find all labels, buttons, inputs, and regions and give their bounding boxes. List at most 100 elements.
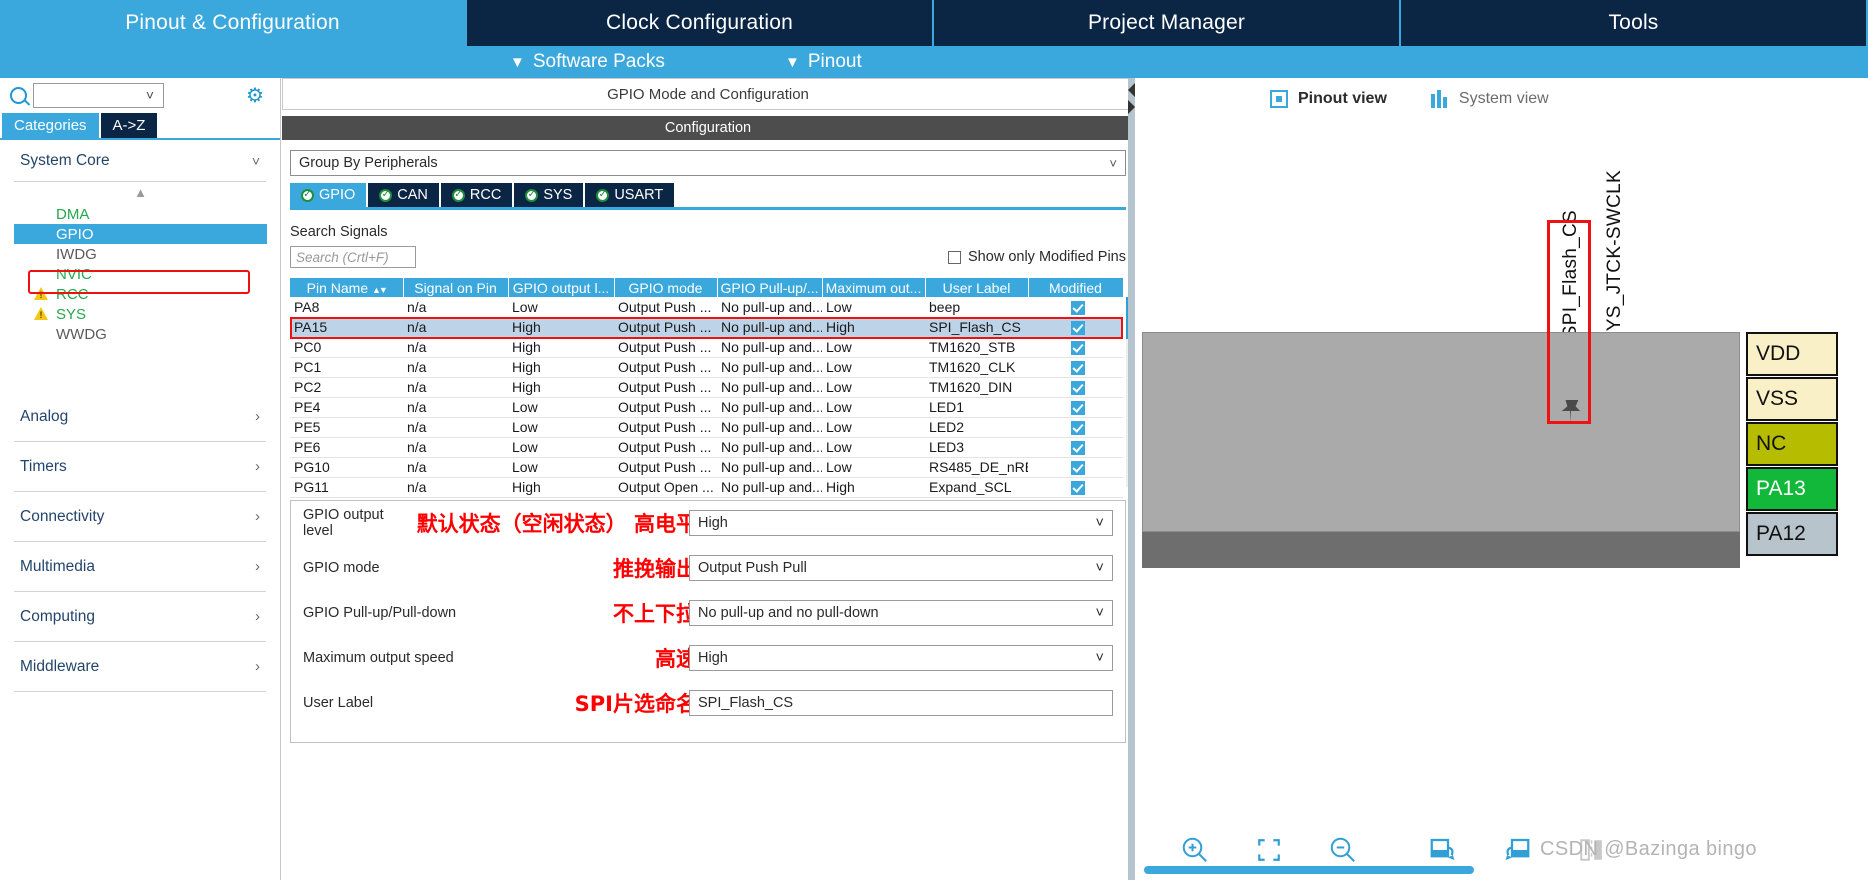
category-label: Connectivity bbox=[20, 507, 105, 525]
checkbox-checked-icon[interactable] bbox=[1070, 481, 1085, 496]
table-row[interactable]: PC1 n/a High Output Push ... No pull-up … bbox=[290, 357, 1123, 378]
table-row[interactable]: PE5 n/a Low Output Push ... No pull-up a… bbox=[290, 417, 1123, 438]
tab-system-view[interactable]: System view bbox=[1430, 90, 1549, 108]
checkbox-checked-icon[interactable] bbox=[1070, 461, 1085, 476]
chevron-down-icon: ▼ bbox=[785, 53, 800, 71]
gear-icon[interactable]: ⚙ bbox=[246, 86, 266, 106]
tab-can[interactable]: ✓ CAN bbox=[368, 183, 439, 207]
sidebar-category-multimedia[interactable]: Multimedia › bbox=[14, 542, 266, 592]
column-header-modified[interactable]: Modified bbox=[1028, 278, 1124, 297]
pin-vss[interactable]: VSS bbox=[1746, 377, 1838, 421]
pinout-horizontal-scrollbar[interactable] bbox=[1144, 866, 1474, 874]
property-row-maximum-output-speed: Maximum output speed 高速 High ˅ bbox=[291, 636, 1125, 681]
column-header-pin-name[interactable]: Pin Name ▲▼ bbox=[290, 278, 404, 297]
sidebar-item-label: GPIO bbox=[56, 225, 94, 243]
checkbox-checked-icon[interactable] bbox=[1070, 341, 1085, 356]
zoom-in-button[interactable] bbox=[1158, 830, 1232, 870]
checkbox-checked-icon[interactable] bbox=[1070, 421, 1085, 436]
panel-splitter[interactable] bbox=[1128, 78, 1135, 880]
pin-nc[interactable]: NC bbox=[1746, 422, 1838, 466]
user-label-input[interactable]: SPI_Flash_CS bbox=[689, 690, 1113, 716]
show-only-modified-pins-checkbox[interactable]: Show only Modified Pins bbox=[948, 249, 1126, 265]
checkbox-checked-icon[interactable] bbox=[1070, 381, 1085, 396]
table-row[interactable]: PC0 n/a High Output Push ... No pull-up … bbox=[290, 337, 1123, 358]
sidebar-item-sys[interactable]: SYS bbox=[34, 304, 266, 324]
peripheral-list: DMA GPIO IWDG NVIC RCC SYS WWDG bbox=[14, 204, 267, 344]
tab-pinout-configuration[interactable]: Pinout & Configuration bbox=[0, 0, 467, 46]
column-header-gpio-output-level[interactable]: GPIO output l... bbox=[508, 278, 615, 297]
sidebar-item-gpio[interactable]: GPIO bbox=[14, 224, 267, 244]
pin-pa12[interactable]: PA12 bbox=[1746, 512, 1838, 556]
property-label: GPIO output level bbox=[303, 507, 384, 539]
cell-mode: Output Push ... bbox=[614, 377, 717, 398]
cell-mode: Output Push ... bbox=[614, 357, 717, 378]
sidebar-category-analog[interactable]: Analog › bbox=[14, 392, 266, 442]
maximum-output-speed-dropdown[interactable]: High ˅ bbox=[689, 645, 1113, 671]
column-header-signal-on-pin[interactable]: Signal on Pin bbox=[403, 278, 509, 297]
search-signals-input[interactable]: Search (Crtl+F) bbox=[290, 246, 416, 268]
panel-collapse-arrows[interactable] bbox=[1128, 80, 1135, 116]
column-header-gpio-pullup[interactable]: GPIO Pull-up/... bbox=[717, 278, 823, 297]
gpio-mode-dropdown[interactable]: Output Push Pull ˅ bbox=[689, 555, 1113, 581]
sidebar-group-system-core[interactable]: System Core ˅ bbox=[14, 140, 266, 182]
table-row[interactable]: PC2 n/a High Output Push ... No pull-up … bbox=[290, 377, 1123, 398]
tab-tools[interactable]: Tools bbox=[1401, 0, 1868, 46]
tab-usart[interactable]: ✓ USART bbox=[585, 183, 675, 207]
sidebar-item-wwdg[interactable]: WWDG bbox=[34, 324, 266, 344]
sidebar-item-nvic[interactable]: NVIC bbox=[34, 264, 266, 284]
pin-vdd[interactable]: VDD bbox=[1746, 332, 1838, 376]
tab-rcc[interactable]: ✓ RCC bbox=[440, 183, 513, 207]
column-header-user-label[interactable]: User Label bbox=[925, 278, 1029, 297]
table-row[interactable]: PG10 n/a Low Output Push ... No pull-up … bbox=[290, 457, 1123, 478]
table-row[interactable]: PA15 n/a High Output Push ... No pull-up… bbox=[290, 317, 1123, 338]
sidebar-category-timers[interactable]: Timers › bbox=[14, 442, 266, 492]
tab-label: Categories bbox=[14, 117, 87, 134]
zoom-out-button[interactable] bbox=[1306, 830, 1380, 870]
tab-project-manager[interactable]: Project Manager bbox=[934, 0, 1401, 46]
tab-a-to-z[interactable]: A->Z bbox=[100, 113, 158, 138]
category-label: Computing bbox=[20, 607, 95, 625]
tab-gpio[interactable]: ✓ GPIO bbox=[290, 183, 367, 207]
cell-output-level: Low bbox=[508, 457, 614, 478]
sidebar-item-iwdg[interactable]: IWDG bbox=[34, 244, 266, 264]
sidebar-category-middleware[interactable]: Middleware › bbox=[14, 642, 266, 692]
gpio-output-level-dropdown[interactable]: High ˅ bbox=[689, 510, 1113, 536]
cell-pull: No pull-up and... bbox=[717, 437, 822, 458]
checkbox-checked-icon[interactable] bbox=[1070, 300, 1085, 315]
scroll-spinner-icon[interactable]: ▲ bbox=[14, 182, 266, 204]
sidebar-category-connectivity[interactable]: Connectivity › bbox=[14, 492, 266, 542]
tab-categories[interactable]: Categories bbox=[2, 113, 99, 138]
table-row[interactable]: PE4 n/a Low Output Push ... No pull-up a… bbox=[290, 397, 1123, 418]
sidebar-item-label: SYS bbox=[56, 305, 87, 323]
checkbox-checked-icon[interactable] bbox=[1070, 321, 1085, 336]
group-by-dropdown[interactable]: Group By Peripherals ˅ bbox=[290, 150, 1126, 176]
field-value: High bbox=[698, 650, 728, 666]
column-header-gpio-mode[interactable]: GPIO mode bbox=[614, 278, 718, 297]
chevron-right-icon: › bbox=[255, 608, 260, 625]
table-row[interactable]: PA8 n/a Low Output Push ... No pull-up a… bbox=[290, 297, 1123, 318]
rotate-right-button[interactable] bbox=[1406, 830, 1480, 870]
tab-label: SYS bbox=[543, 187, 573, 203]
pin-pa13[interactable]: PA13 bbox=[1746, 467, 1838, 511]
sidebar-category-computing[interactable]: Computing › bbox=[14, 592, 266, 642]
column-header-maximum-output[interactable]: Maximum out... bbox=[822, 278, 926, 297]
checkbox-checked-icon[interactable] bbox=[1070, 441, 1085, 456]
tab-sys[interactable]: ✓ SYS bbox=[514, 183, 584, 207]
sidebar-item-rcc[interactable]: RCC bbox=[34, 284, 266, 304]
table-row[interactable]: PG11 n/a High Output Open ... No pull-up… bbox=[290, 477, 1123, 498]
pinout-menu[interactable]: ▼ Pinout bbox=[785, 51, 862, 73]
checkbox-checked-icon[interactable] bbox=[1070, 401, 1085, 416]
tab-pinout-view[interactable]: Pinout view bbox=[1270, 90, 1387, 108]
table-row[interactable]: PE6 n/a Low Output Push ... No pull-up a… bbox=[290, 437, 1123, 458]
annotation-gpio-mode: 推挽输出 bbox=[613, 557, 697, 581]
cell-output-level: Low bbox=[508, 417, 614, 438]
sidebar-item-dma[interactable]: DMA bbox=[34, 204, 266, 224]
cell-output-level: Low bbox=[508, 397, 614, 418]
group-label: System Core bbox=[20, 151, 110, 169]
fit-to-view-button[interactable] bbox=[1232, 830, 1306, 870]
tab-clock-configuration[interactable]: Clock Configuration bbox=[467, 0, 934, 46]
sidebar-search-input[interactable]: ˅ bbox=[33, 82, 164, 108]
checkbox-checked-icon[interactable] bbox=[1070, 361, 1085, 376]
gpio-pullup-pulldown-dropdown[interactable]: No pull-up and no pull-down ˅ bbox=[689, 600, 1113, 626]
software-packs-menu[interactable]: ▼ Software Packs bbox=[510, 51, 665, 73]
